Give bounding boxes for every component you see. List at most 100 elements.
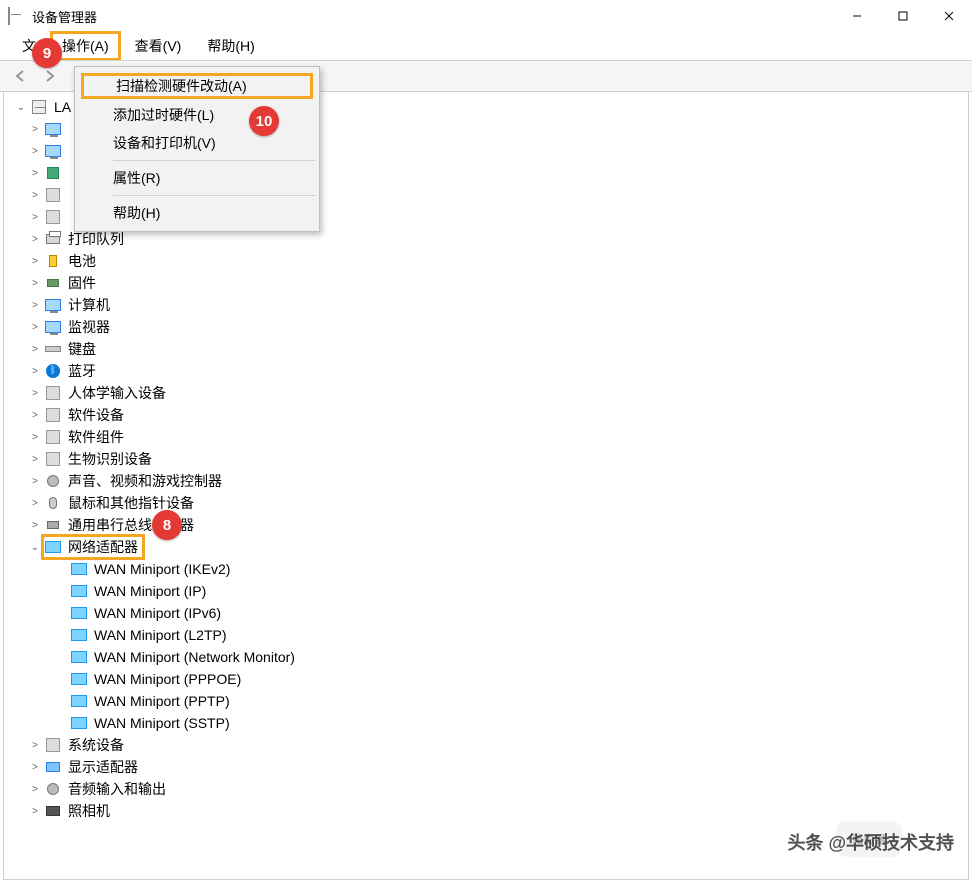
card-icon [44, 758, 62, 776]
collapse-icon[interactable]: ⌄ [28, 542, 42, 553]
menu-separator [113, 160, 315, 161]
menu-item-help[interactable]: 帮助(H) [77, 199, 317, 227]
tree-item[interactable]: WAN Miniport (IPv6) [10, 602, 968, 624]
tree-item-label: 音频输入和输出 [68, 779, 166, 799]
network-adapter-icon [70, 626, 88, 644]
network-adapter-icon [70, 648, 88, 666]
tree-item[interactable]: ⌄ 网络适配器 [10, 536, 968, 558]
tree-item[interactable]: >电池 [10, 250, 968, 272]
tree-item[interactable]: WAN Miniport (PPPOE) [10, 668, 968, 690]
menu-item-scan[interactable]: 扫描检测硬件改动(A) [81, 73, 313, 99]
tree-item[interactable]: > 生物识别设备 [10, 448, 968, 470]
expand-icon[interactable]: > [28, 432, 42, 443]
tree-item-label: WAN Miniport (PPPOE) [94, 671, 241, 687]
network-adapter-icon [70, 670, 88, 688]
tree-item-label: WAN Miniport (PPTP) [94, 693, 230, 709]
tree-item-label: 显示适配器 [68, 757, 138, 777]
generic-icon [44, 384, 62, 402]
key-icon [44, 340, 62, 358]
maximize-button[interactable] [880, 0, 926, 32]
expand-icon[interactable]: > [28, 740, 42, 751]
tree-item-label: 生物识别设备 [68, 449, 152, 469]
menu-item-prop[interactable]: 属性(R) [77, 164, 317, 192]
collapse-icon[interactable]: ⌄ [14, 102, 28, 113]
back-button[interactable] [8, 64, 32, 88]
tree-item-label: WAN Miniport (L2TP) [94, 627, 227, 643]
expand-icon[interactable]: > [28, 190, 42, 201]
expand-icon[interactable]: > [28, 146, 42, 157]
expand-icon[interactable]: > [28, 168, 42, 179]
menu-separator [113, 195, 315, 196]
tree-item-label: 人体学输入设备 [68, 383, 166, 403]
tree-item[interactable]: WAN Miniport (Network Monitor) [10, 646, 968, 668]
expand-icon[interactable]: > [28, 784, 42, 795]
speaker-icon [44, 472, 62, 490]
tree-item[interactable]: >计算机 [10, 294, 968, 316]
tree-item[interactable]: WAN Miniport (IKEv2) [10, 558, 968, 580]
expand-icon[interactable]: > [28, 124, 42, 135]
expand-icon[interactable]: > [28, 806, 42, 817]
menubar: 文操作(A)查看(V)帮助(H) [0, 32, 972, 60]
expand-icon[interactable]: > [28, 498, 42, 509]
expand-icon[interactable]: > [28, 410, 42, 421]
expand-icon[interactable]: > [28, 234, 42, 245]
tree-item-label: 键盘 [68, 339, 96, 359]
tree-item[interactable]: > 监视器 [10, 316, 968, 338]
expand-icon[interactable]: > [28, 256, 42, 267]
tree-item-label: 系统设备 [68, 735, 124, 755]
tree-item[interactable]: WAN Miniport (PPTP) [10, 690, 968, 712]
generic-icon [44, 186, 62, 204]
tree-item[interactable]: > 鼠标和其他指针设备 [10, 492, 968, 514]
tree-item[interactable]: >软件设备 [10, 404, 968, 426]
tree-item-label: 网络适配器 [68, 537, 138, 557]
tree-item[interactable]: > 人体学输入设备 [10, 382, 968, 404]
tree-item-label: 监视器 [68, 317, 110, 337]
expand-icon[interactable]: > [28, 212, 42, 223]
tree-item[interactable]: > 音频输入和输出 [10, 778, 968, 800]
expand-icon[interactable]: > [28, 454, 42, 465]
expand-icon[interactable]: > [28, 388, 42, 399]
tree-item[interactable]: >固件 [10, 272, 968, 294]
close-button[interactable] [926, 0, 972, 32]
tree-item[interactable]: >软件组件 [10, 426, 968, 448]
annotation-badge-8: 8 [152, 510, 182, 540]
menu-help[interactable]: 帮助(H) [195, 31, 266, 61]
tree-item-label: 鼠标和其他指针设备 [68, 493, 194, 513]
net-icon [44, 538, 62, 556]
minimize-button[interactable] [834, 0, 880, 32]
expand-icon[interactable]: > [28, 300, 42, 311]
tree-item[interactable]: >ᛒ蓝牙 [10, 360, 968, 382]
tree-item[interactable]: > 显示适配器 [10, 756, 968, 778]
menu-item-devprint[interactable]: 设备和打印机(V) [77, 129, 317, 157]
generic-icon [44, 736, 62, 754]
network-adapter-icon [70, 692, 88, 710]
expand-icon[interactable]: > [28, 520, 42, 531]
network-adapter-icon [70, 582, 88, 600]
tree-item[interactable]: WAN Miniport (L2TP) [10, 624, 968, 646]
printer-icon [44, 230, 62, 248]
expand-icon[interactable]: > [28, 344, 42, 355]
generic-icon [44, 428, 62, 446]
expand-icon[interactable]: > [28, 322, 42, 333]
tree-item[interactable]: >声音、视频和游戏控制器 [10, 470, 968, 492]
tree-item[interactable]: > 系统设备 [10, 734, 968, 756]
generic-icon [44, 406, 62, 424]
menu-item-legacy[interactable]: 添加过时硬件(L) [77, 101, 317, 129]
tree-item[interactable]: WAN Miniport (SSTP) [10, 712, 968, 734]
tree-item[interactable]: > 键盘 [10, 338, 968, 360]
tree-item[interactable]: >照相机 [10, 800, 968, 822]
monitor-icon [44, 296, 62, 314]
expand-icon[interactable]: > [28, 762, 42, 773]
tree-item-label: 蓝牙 [68, 361, 96, 381]
tree-item-label: WAN Miniport (IKEv2) [94, 561, 230, 577]
watermark-text: 头条 @华硕技术支持 [787, 829, 954, 855]
chip-icon [44, 274, 62, 292]
expand-icon[interactable]: > [28, 278, 42, 289]
tree-item[interactable]: WAN Miniport (IP) [10, 580, 968, 602]
expand-icon[interactable]: > [28, 476, 42, 487]
mouse-icon [44, 494, 62, 512]
network-adapter-icon [70, 714, 88, 732]
generic-icon [44, 208, 62, 226]
menu-view[interactable]: 查看(V) [123, 31, 194, 61]
expand-icon[interactable]: > [28, 366, 42, 377]
